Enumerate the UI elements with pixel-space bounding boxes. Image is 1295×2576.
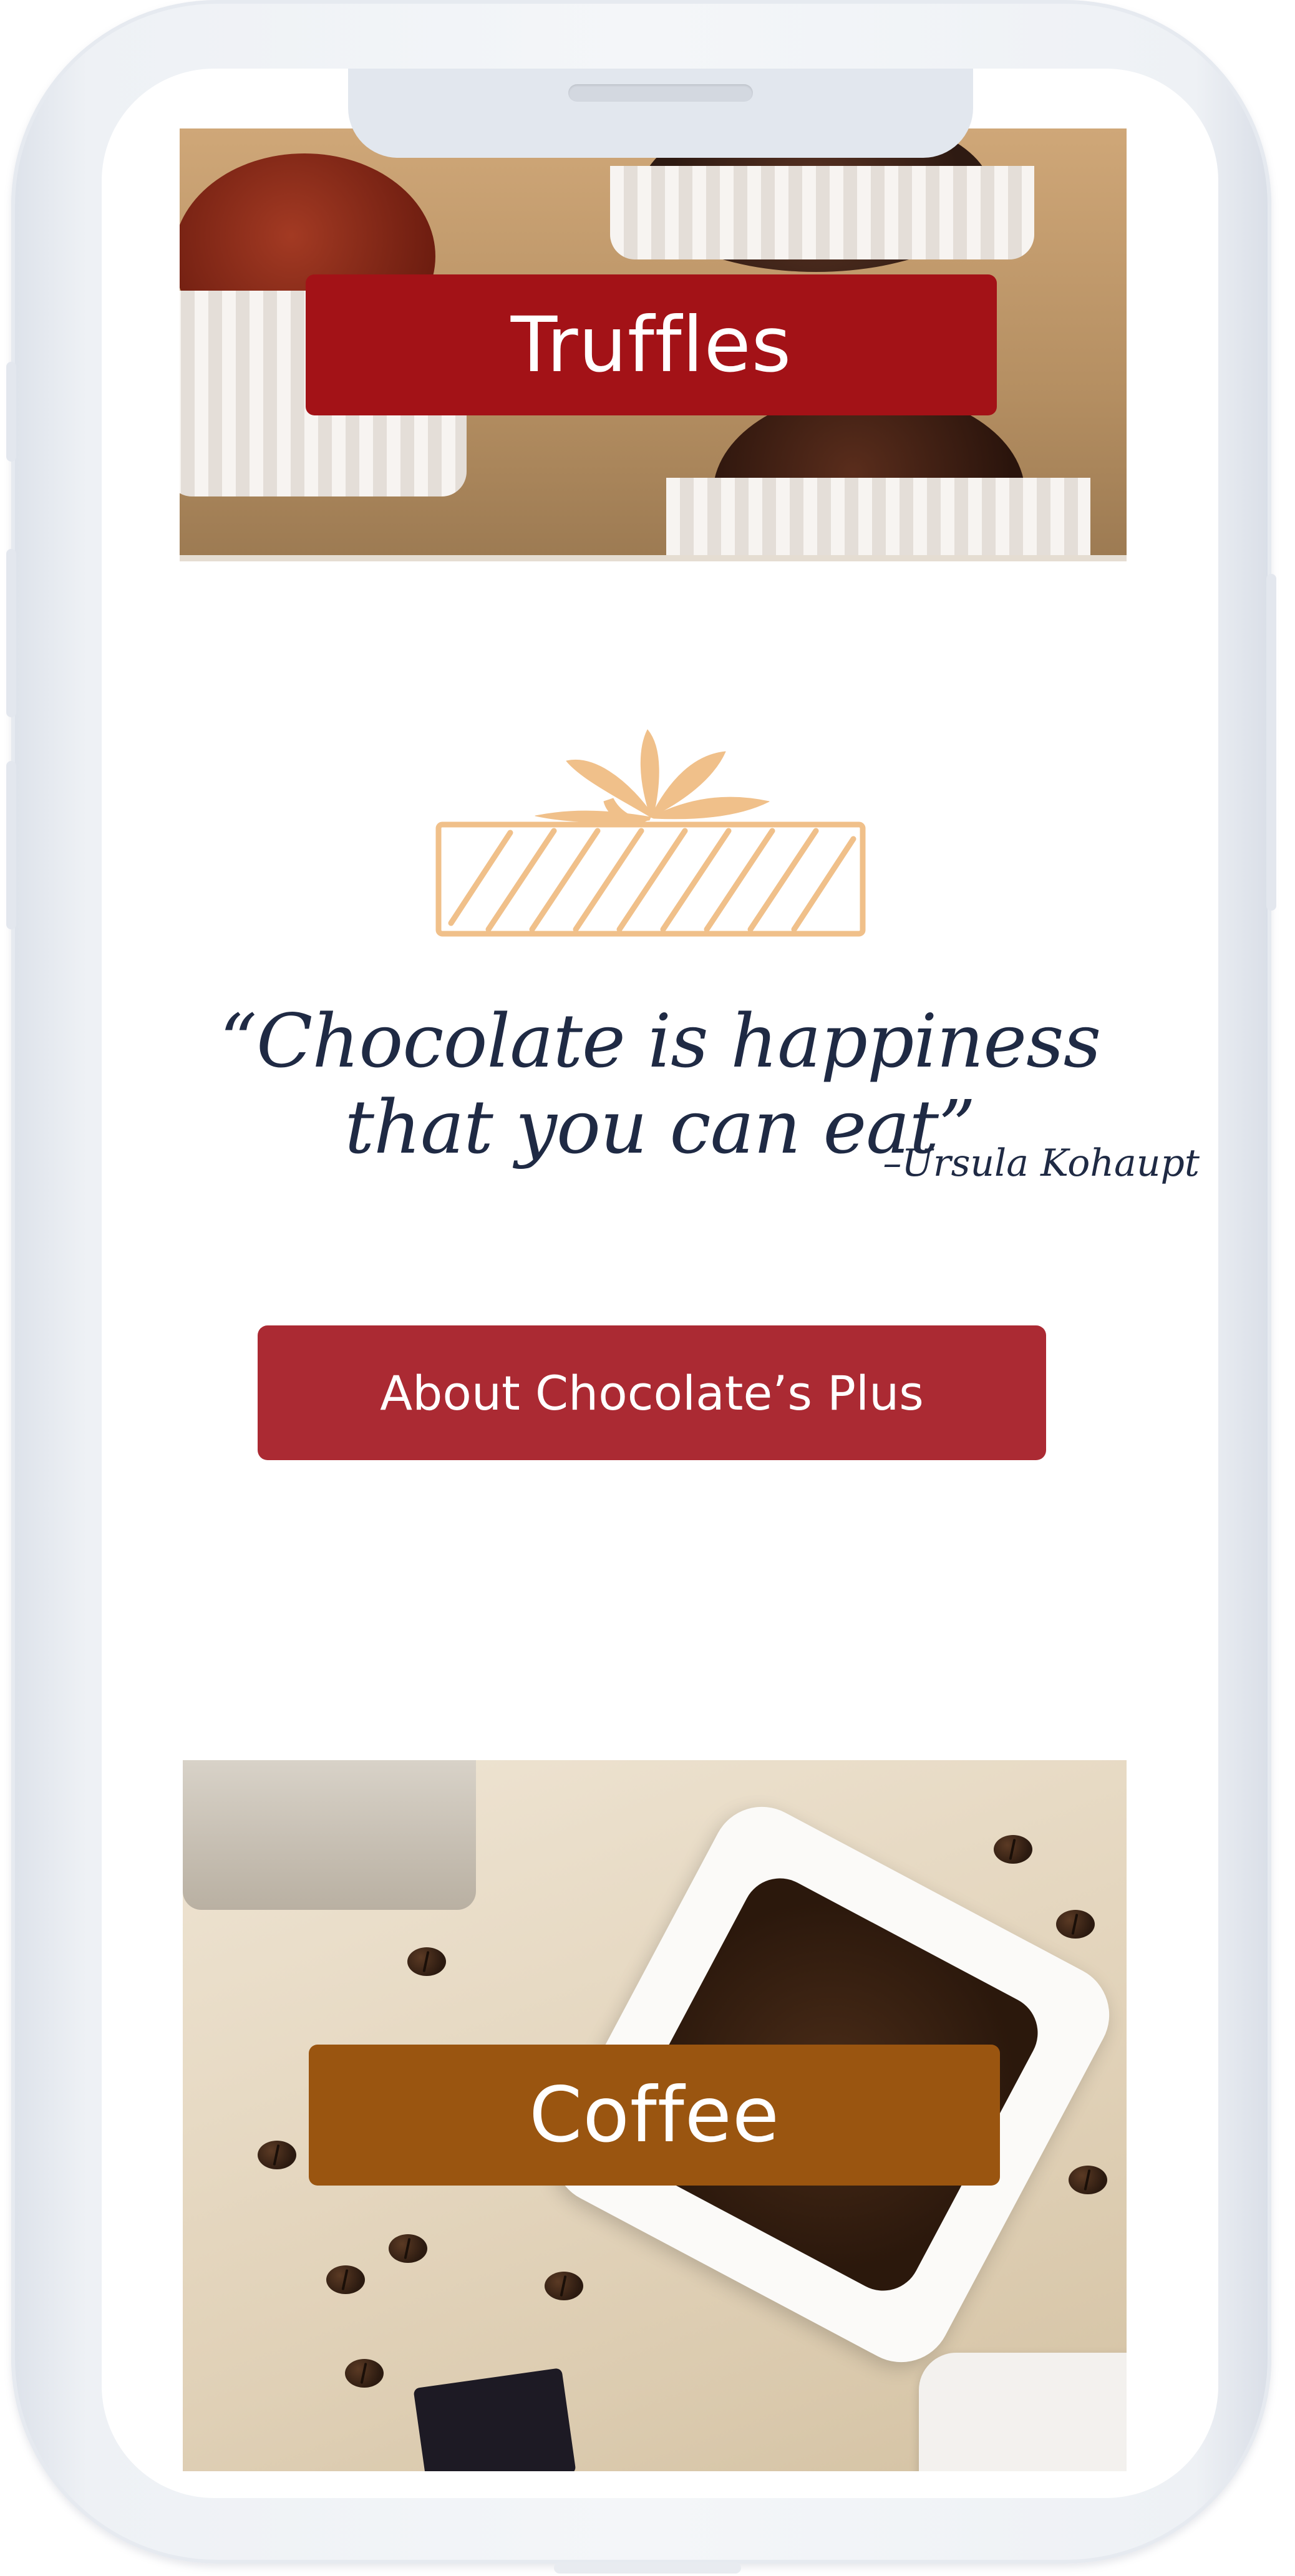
coffee-bean bbox=[1056, 1910, 1095, 1939]
phone-notch bbox=[348, 69, 973, 158]
coffee-bean bbox=[1069, 2166, 1107, 2194]
gift-box-icon bbox=[435, 729, 866, 937]
glass-jar bbox=[183, 1760, 476, 1910]
quote-author: –Ursula Kohaupt bbox=[883, 1141, 1200, 1185]
cup-wrapper-top bbox=[610, 166, 1034, 259]
truffles-banner[interactable]: Truffles bbox=[306, 274, 997, 415]
volume-up-button bbox=[6, 549, 16, 717]
photo-bottom-edge bbox=[180, 555, 1127, 561]
coffee-bean bbox=[994, 1835, 1032, 1864]
about-chocolates-plus-button[interactable]: About Chocolate’s Plus bbox=[258, 1325, 1046, 1460]
volume-down-button bbox=[6, 761, 16, 929]
phone-bottom-edge bbox=[554, 2562, 741, 2574]
small-bowl bbox=[919, 2353, 1127, 2471]
coffee-bean bbox=[258, 2141, 296, 2169]
coffee-bean bbox=[326, 2265, 365, 2294]
coffee-banner[interactable]: Coffee bbox=[309, 2045, 1000, 2186]
mute-switch bbox=[6, 362, 16, 462]
phone-screen: Truffles “Chocolate is happiness that yo… bbox=[102, 69, 1218, 2498]
speaker-grille bbox=[568, 84, 753, 102]
phone-frame: Truffles “Chocolate is happiness that yo… bbox=[6, 0, 1276, 2564]
cup-wrapper-right bbox=[666, 478, 1090, 561]
dark-chocolate-piece bbox=[413, 2368, 576, 2471]
power-button bbox=[1266, 574, 1276, 911]
coffee-bean bbox=[545, 2272, 583, 2300]
coffee-bean bbox=[407, 1947, 446, 1976]
coffee-bean bbox=[345, 2359, 384, 2388]
coffee-bean bbox=[389, 2234, 427, 2263]
